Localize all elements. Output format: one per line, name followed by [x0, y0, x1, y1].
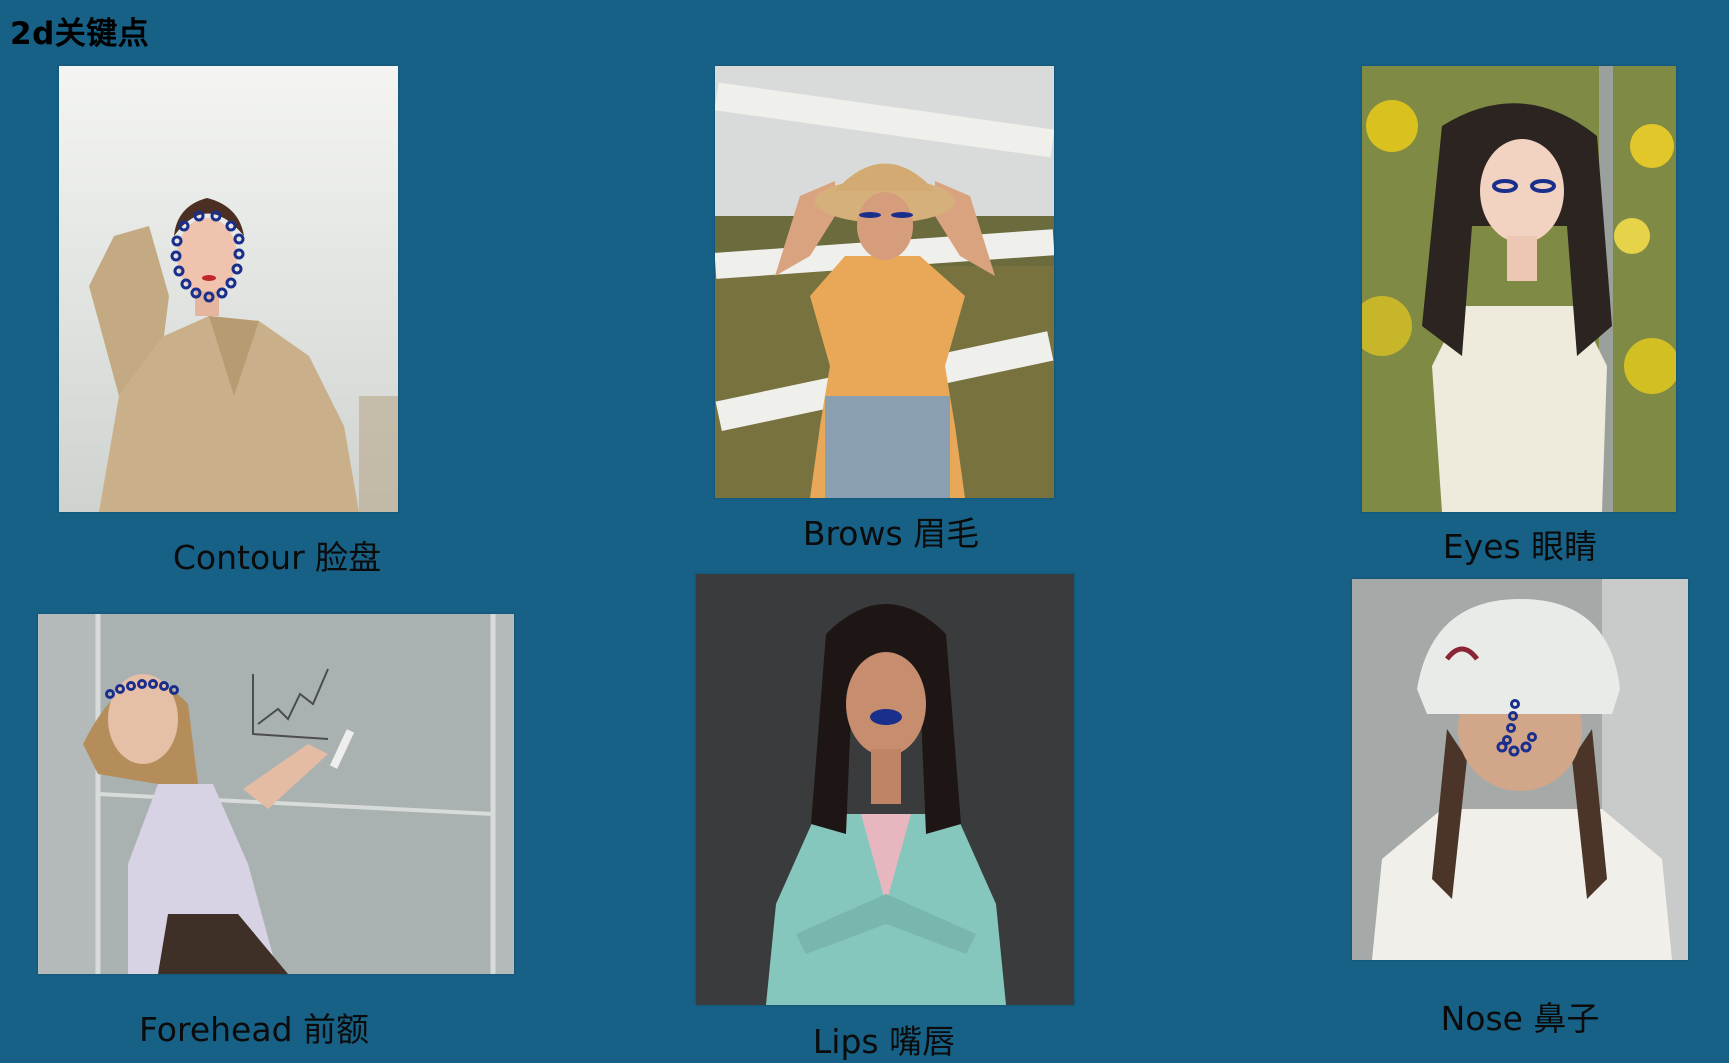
forehead-photo [38, 614, 514, 974]
eyes-caption: Eyes 眼睛 [1442, 527, 1598, 566]
lips-photo [696, 574, 1074, 1005]
nose-caption: Nose 鼻子 [1440, 999, 1600, 1038]
nose-photo [1352, 579, 1688, 960]
page-title: 2d关键点 [10, 16, 150, 52]
contour-photo [59, 66, 398, 512]
brows-photo [715, 66, 1054, 498]
forehead-caption: Forehead 前额 [138, 1010, 370, 1049]
eyes-photo [1362, 66, 1676, 512]
contour-caption: Contour 脸盘 [172, 538, 382, 577]
brows-caption: Brows 眉毛 [802, 514, 980, 553]
lips-caption: Lips 嘴唇 [812, 1022, 956, 1061]
